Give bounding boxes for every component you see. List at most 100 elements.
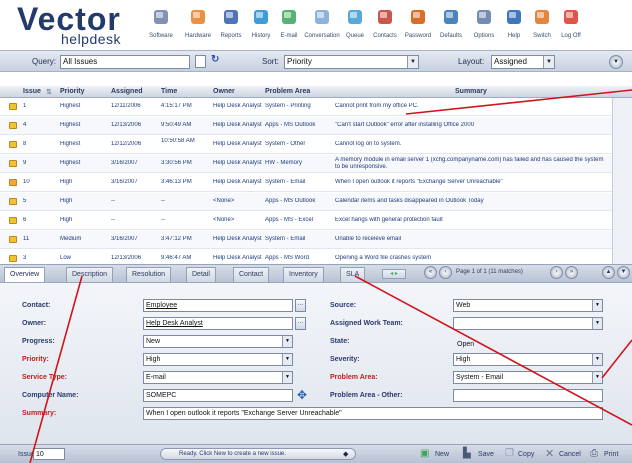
tab-detail[interactable]: Detail bbox=[186, 267, 216, 282]
query-select[interactable]: All Issues bbox=[60, 55, 190, 69]
status-message: Ready. Click New to create a new issue. bbox=[179, 451, 286, 457]
cell-owner: Help Desk Analyst bbox=[213, 179, 262, 185]
service-type-select[interactable]: E-mail ▼ bbox=[143, 371, 293, 384]
network-icon[interactable]: ✥ bbox=[297, 388, 307, 402]
save-button[interactable]: Save bbox=[478, 451, 494, 458]
new-icon: ▣ bbox=[420, 448, 430, 459]
cell-area: HW - Memory bbox=[265, 160, 302, 166]
owner-lookup-button[interactable]: … bbox=[295, 317, 306, 330]
toolbar-queue-button[interactable]: Queue bbox=[343, 4, 367, 48]
copy-button[interactable]: Copy bbox=[518, 451, 534, 458]
toolbar-hardware-button[interactable]: Hardware bbox=[182, 4, 214, 48]
tab-inventory[interactable]: Inventory bbox=[283, 267, 324, 282]
column-header-assigned[interactable]: Assigned bbox=[111, 88, 143, 95]
column-header-summary[interactable]: Summary bbox=[455, 88, 487, 95]
cell-priority: High bbox=[60, 198, 73, 204]
cancel-button[interactable]: Cancel bbox=[559, 451, 581, 458]
tab-description[interactable]: Description bbox=[66, 267, 114, 282]
column-header-time[interactable]: Time bbox=[161, 88, 177, 95]
severity-label: Severity: bbox=[330, 356, 360, 363]
cell-area: System - Email bbox=[265, 179, 306, 185]
cell-priority: High bbox=[60, 179, 73, 185]
column-header-problem-area[interactable]: Problem Area bbox=[265, 88, 310, 95]
toolbar-options-button[interactable]: Options bbox=[469, 4, 499, 48]
table-row[interactable]: 5 High -- -- <None> Apps - MS Outlook Calendar… bbox=[0, 193, 612, 211]
toolbar-password-button[interactable]: Password bbox=[403, 4, 433, 48]
query-edit-button[interactable] bbox=[195, 55, 206, 68]
table-row[interactable]: 10 High 3/16/2007 3:46:13 PM Help Desk Analy… bbox=[0, 174, 612, 192]
cell-time: 9:46:47 AM bbox=[161, 255, 192, 261]
summary-label: Summary: bbox=[22, 410, 57, 417]
cell-area: System - Printing bbox=[265, 103, 311, 109]
first-page-button[interactable]: « bbox=[424, 266, 437, 279]
problem-area-other-input[interactable] bbox=[453, 389, 603, 402]
print-icon: ⎙ bbox=[590, 448, 598, 459]
toolbar-reports-button[interactable]: Reports bbox=[217, 4, 245, 48]
issue-number-input[interactable]: 10 bbox=[33, 448, 65, 460]
cell-assigned: 3/16/2007 bbox=[111, 160, 138, 166]
issue-folder-icon bbox=[9, 198, 17, 205]
scroll-down-button[interactable]: ▼ bbox=[617, 266, 630, 279]
toolbar-conversation-button[interactable]: Conversation bbox=[304, 4, 340, 48]
last-page-button[interactable]: » bbox=[565, 266, 578, 279]
previous-page-button[interactable]: ‹ bbox=[439, 266, 452, 279]
tab-overview[interactable]: Overview bbox=[4, 267, 46, 282]
table-row[interactable]: 8 Highest 12/12/2006 10:50:58 AM Help Desk A… bbox=[0, 136, 612, 154]
severity-value: High bbox=[456, 356, 471, 363]
cell-priority: Highest bbox=[60, 122, 81, 128]
contact-field[interactable]: Employee bbox=[143, 299, 293, 312]
grid-header: Issue ⇅ Priority Assigned Time Owner Pro… bbox=[0, 86, 632, 98]
cell-summary: "Can't start Outlook" error after instal… bbox=[335, 122, 475, 128]
layout-select[interactable]: Assigned ▼ bbox=[491, 55, 555, 69]
print-button[interactable]: Print bbox=[604, 451, 618, 458]
computer-name-value: SOMEPC bbox=[146, 392, 177, 399]
next-page-button[interactable]: › bbox=[550, 266, 563, 279]
source-select[interactable]: Web ▼ bbox=[453, 299, 603, 312]
toolbar-defaults-button[interactable]: Defaults bbox=[436, 4, 466, 48]
refresh-icon[interactable]: ↻ bbox=[211, 54, 219, 65]
assigned-work-team-select[interactable]: ▼ bbox=[453, 317, 603, 330]
status-arrow-icon: ◆ bbox=[343, 451, 349, 458]
progress-select[interactable]: New ▼ bbox=[143, 335, 293, 348]
problem-area-select[interactable]: System - Email ▼ bbox=[453, 371, 603, 384]
toolbar-email-button[interactable]: E-mail bbox=[277, 4, 301, 48]
table-row[interactable]: 1 Highest 12/11/2006 4:15:17 PM Help Desk An… bbox=[0, 98, 612, 116]
priority-select[interactable]: High ▼ bbox=[143, 353, 293, 366]
new-button[interactable]: New bbox=[435, 451, 449, 458]
scroll-up-button[interactable]: ▲ bbox=[602, 266, 615, 279]
toolbar-contacts-button[interactable]: Contacts bbox=[370, 4, 400, 48]
tab-scroll-arrows[interactable]: ◂ ▸ bbox=[382, 269, 406, 279]
toolbar-software-button[interactable]: Software bbox=[143, 4, 179, 48]
cell-area: Apps - MS Word bbox=[265, 255, 309, 261]
progress-value: New bbox=[146, 338, 161, 345]
severity-select[interactable]: High ▼ bbox=[453, 353, 603, 366]
table-row[interactable]: 9 Highest 3/16/2007 3:30:56 PM Help Desk Ana… bbox=[0, 155, 612, 173]
sort-select[interactable]: Priority ▼ bbox=[284, 55, 419, 69]
owner-field[interactable]: Help Desk Analyst bbox=[143, 317, 293, 330]
toolbar-logoff-button[interactable]: Log Off bbox=[558, 4, 584, 48]
toolbar-switch-button[interactable]: Switch bbox=[529, 4, 555, 48]
contact-lookup-button[interactable]: … bbox=[295, 299, 306, 312]
cell-owner: <None> bbox=[213, 217, 235, 223]
table-row[interactable]: 6 High -- -- <None> Apps - MS - Excel Excel ha… bbox=[0, 212, 612, 230]
column-header-owner[interactable]: Owner bbox=[213, 88, 235, 95]
toolbar-label: Switch bbox=[533, 33, 551, 39]
column-header-priority[interactable]: Priority bbox=[60, 88, 85, 95]
copy-icon: ❐ bbox=[505, 448, 514, 459]
table-row[interactable]: 11 Medium 3/16/2007 3:47:12 PM Help Desk Ana… bbox=[0, 231, 612, 249]
tab-contact[interactable]: Contact bbox=[233, 267, 270, 282]
cell-issue: 6 bbox=[23, 217, 27, 223]
cell-priority: Medium bbox=[60, 236, 82, 242]
toolbar-help-button[interactable]: Help bbox=[502, 4, 526, 48]
tab-sla[interactable]: SLA bbox=[340, 267, 366, 282]
computer-name-input[interactable]: SOMEPC bbox=[143, 389, 293, 402]
cell-assigned: 12/12/2006 bbox=[111, 141, 142, 147]
collapse-toggle-button[interactable]: ▼ bbox=[609, 55, 623, 69]
column-header-issue[interactable]: Issue bbox=[23, 88, 41, 95]
summary-input[interactable]: When I open outlook it reports "Exchange… bbox=[143, 407, 603, 420]
save-icon: ▙ bbox=[463, 448, 471, 459]
problem-area-value: System - Email bbox=[456, 374, 504, 381]
tab-resolution[interactable]: Resolution bbox=[126, 267, 172, 282]
toolbar-history-button[interactable]: History bbox=[248, 4, 274, 48]
table-row[interactable]: 4 Highest 12/13/2006 9:50:49 AM Help Desk An… bbox=[0, 117, 612, 135]
